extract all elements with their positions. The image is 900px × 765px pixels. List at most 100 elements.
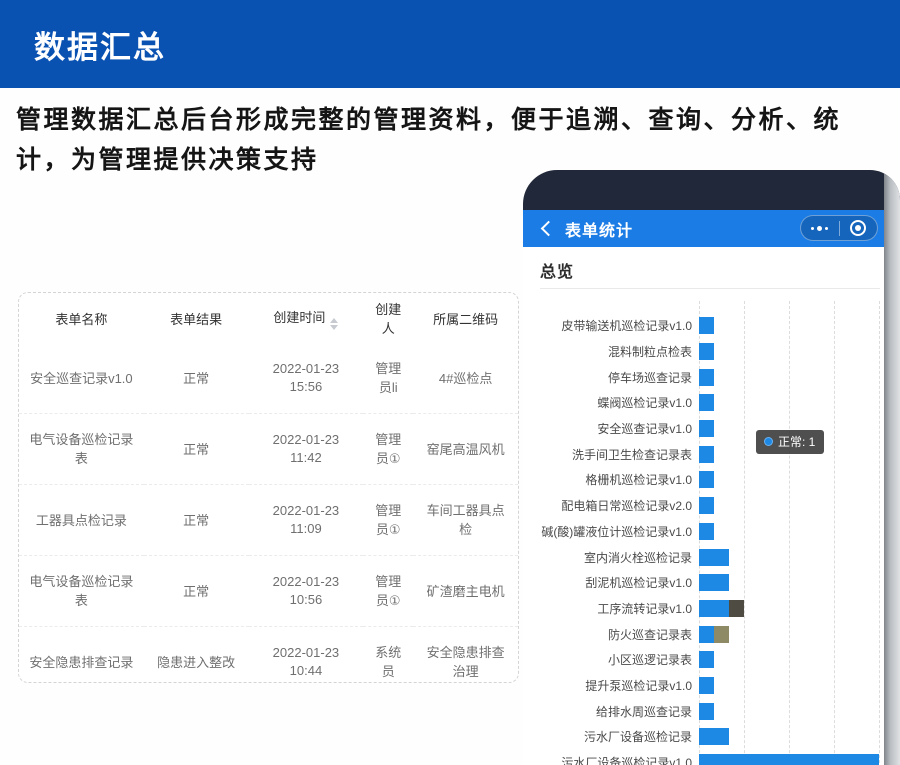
more-button[interactable] (801, 216, 839, 240)
column-header: 创建人 (363, 293, 413, 343)
cell-creator: 管理员li (363, 343, 413, 414)
chart-bar-group (699, 369, 714, 386)
column-header[interactable]: 创建时间 (249, 293, 364, 343)
chart-row: 刮泥机巡检记录v1.0 (523, 570, 884, 596)
column-header-label: 表单名称 (55, 312, 107, 327)
chart-bar-group (699, 420, 714, 437)
cell-created-time: 2022-01-2315:56 (249, 343, 364, 414)
chart-bar[interactable] (699, 446, 714, 463)
chart-bar-label: 蝶阀巡检记录v1.0 (523, 394, 699, 411)
cell-created-time: 2022-01-2310:44 (249, 627, 364, 684)
description-text: 管理数据汇总后台形成完整的管理资料，便于追溯、查询、分析、统计，为管理提供决策支… (16, 100, 886, 180)
chart-bar-group (699, 574, 729, 591)
cell-name: 电气设备巡检记录表 (19, 556, 144, 627)
table-row[interactable]: 安全巡查记录v1.0正常2022-01-2315:56管理员li4#巡检点 (19, 343, 518, 414)
sort-caret-icon[interactable] (330, 318, 338, 330)
page-header: 数据汇总 (0, 0, 900, 88)
table-row[interactable]: 工器具点检记录正常2022-01-2311:09管理员①车间工器具点检 (19, 485, 518, 556)
chart-bar-extra[interactable] (729, 600, 744, 617)
chart-row: 污水厂设备巡检记录 (523, 724, 884, 750)
cell-created-time: 2022-01-2311:09 (249, 485, 364, 556)
chart-bar-group (699, 394, 714, 411)
chart-bar-group (699, 651, 714, 668)
chart-bar-label: 防火巡查记录表 (523, 626, 699, 643)
cell-result: 正常 (144, 485, 249, 556)
created-date: 2022-01-23 (257, 644, 356, 662)
table-row[interactable]: 安全隐患排查记录隐患进入整改2022-01-2310:44系统员安全隐患排查治理 (19, 627, 518, 684)
table-row[interactable]: 电气设备巡检记录表正常2022-01-2310:56管理员①矿渣磨主电机 (19, 556, 518, 627)
table-row[interactable]: 电气设备巡检记录表正常2022-01-2311:42管理员①窑尾高温风机 (19, 414, 518, 485)
chart-bar[interactable] (699, 343, 714, 360)
chart-bar[interactable] (699, 549, 729, 566)
cell-qrcode: 4#巡检点 (413, 343, 518, 414)
chart-bar[interactable] (699, 471, 714, 488)
column-header: 表单结果 (144, 293, 249, 343)
chart-bar[interactable] (699, 626, 714, 643)
phone-mockup: 表单统计 总览 正常: 1 皮带输送机巡检记录v1.0混料制粒点检表停车场巡查记… (523, 170, 900, 765)
cell-result: 隐患进入整改 (144, 627, 249, 684)
chart-bar-label: 给排水周巡查记录 (523, 703, 699, 720)
chart-row: 洗手间卫生检查记录表 (523, 441, 884, 467)
exit-button[interactable] (840, 216, 878, 240)
chart-bar-group (699, 754, 879, 765)
chart-bar[interactable] (699, 728, 729, 745)
cell-name: 安全巡查记录v1.0 (19, 343, 144, 414)
chart-bar[interactable] (699, 369, 714, 386)
chart-bar-label: 格栅机巡检记录v1.0 (523, 471, 699, 488)
chart-bar-group (699, 317, 714, 334)
cell-result: 正常 (144, 556, 249, 627)
chart-bar[interactable] (699, 317, 714, 334)
chart-bar-group (699, 523, 714, 540)
chart-row: 安全巡查记录v1.0 (523, 416, 884, 442)
chart-bar[interactable] (699, 651, 714, 668)
chart-bar-group (699, 549, 729, 566)
chart-row: 皮带输送机巡检记录v1.0 (523, 313, 884, 339)
cell-name: 电气设备巡检记录表 (19, 414, 144, 485)
chart-bar[interactable] (699, 420, 714, 437)
chart-row: 蝶阀巡检记录v1.0 (523, 390, 884, 416)
chart-row: 污水厂设备巡检记录v1.0 (523, 750, 884, 765)
chart-bar[interactable] (699, 523, 714, 540)
column-header-label: 所属二维码 (433, 312, 498, 327)
phone-navbar: 表单统计 (523, 210, 900, 247)
chart-bar[interactable] (699, 394, 714, 411)
phone-edge-bezel (884, 170, 900, 765)
cell-name: 工器具点检记录 (19, 485, 144, 556)
created-clock: 15:56 (257, 378, 356, 396)
page-title: 数据汇总 (34, 22, 166, 67)
chart-row: 给排水周巡查记录 (523, 698, 884, 724)
chart-bar-label: 污水厂设备巡检记录v1.0 (523, 754, 699, 765)
chart-bar-label: 安全巡查记录v1.0 (523, 420, 699, 437)
chart-bar-label: 刮泥机巡检记录v1.0 (523, 574, 699, 591)
column-header: 所属二维码 (413, 293, 518, 343)
bar-chart: 正常: 1 皮带输送机巡检记录v1.0混料制粒点检表停车场巡查记录蝶阀巡检记录v… (523, 313, 884, 765)
cell-result: 正常 (144, 414, 249, 485)
cell-qrcode: 车间工器具点检 (413, 485, 518, 556)
chart-bar[interactable] (699, 754, 879, 765)
chart-row: 小区巡逻记录表 (523, 647, 884, 673)
chart-tooltip: 正常: 1 (756, 430, 824, 454)
chart-bar-extra[interactable] (714, 626, 729, 643)
chart-bar-label: 配电箱日常巡检记录v2.0 (523, 497, 699, 514)
cell-qrcode: 矿渣磨主电机 (413, 556, 518, 627)
cell-created-time: 2022-01-2310:56 (249, 556, 364, 627)
chart-bar[interactable] (699, 574, 729, 591)
phone-status-bar (523, 170, 900, 210)
created-date: 2022-01-23 (257, 360, 356, 378)
chart-bar-label: 污水厂设备巡检记录 (523, 728, 699, 745)
cell-creator: 管理员① (363, 556, 413, 627)
ellipsis-icon (811, 227, 814, 230)
chart-bar[interactable] (699, 497, 714, 514)
chart-row: 停车场巡查记录 (523, 364, 884, 390)
cell-name: 安全隐患排查记录 (19, 627, 144, 684)
chart-bar-group (699, 497, 714, 514)
phone-screen: 总览 正常: 1 皮带输送机巡检记录v1.0混料制粒点检表停车场巡查记录蝶阀巡检… (523, 258, 884, 765)
back-button[interactable] (537, 218, 559, 240)
chart-bar[interactable] (699, 703, 714, 720)
chart-bar[interactable] (699, 600, 729, 617)
forms-data-table: 表单名称表单结果创建时间创建人所属二维码 安全巡查记录v1.0正常2022-01… (19, 293, 518, 683)
chart-bar[interactable] (699, 677, 714, 694)
cell-qrcode: 安全隐患排查治理 (413, 627, 518, 684)
created-clock: 10:44 (257, 662, 356, 680)
chart-bar-group (699, 677, 714, 694)
